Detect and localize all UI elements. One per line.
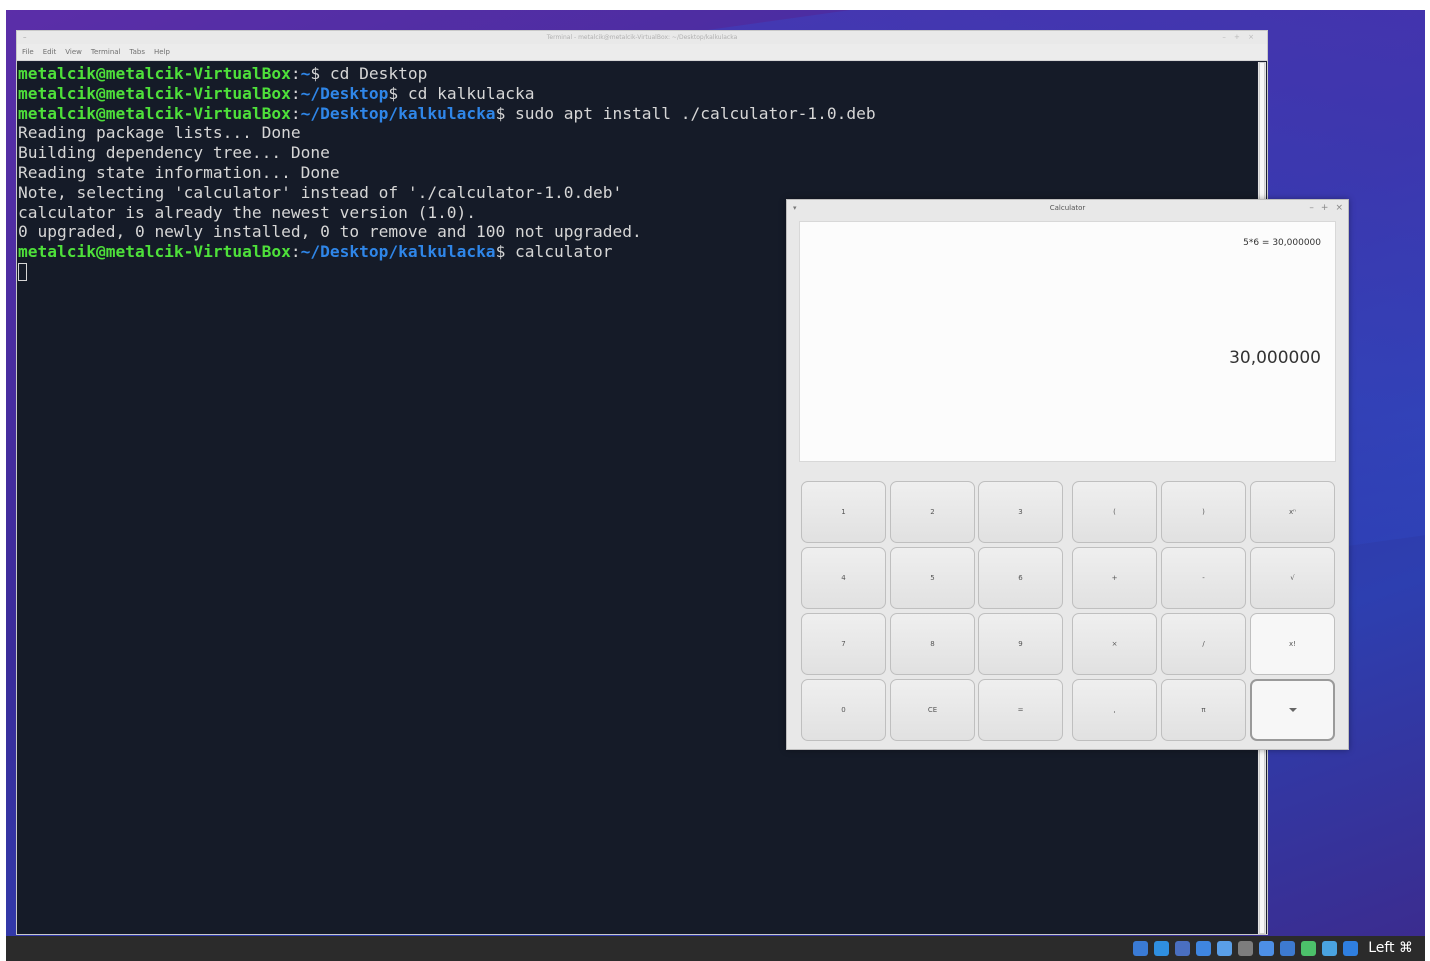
- key-button[interactable]: (: [1072, 481, 1157, 543]
- host-key-label: Left ⌘: [1368, 940, 1413, 956]
- key-button[interactable]: =: [978, 679, 1063, 741]
- key-button[interactable]: 9: [978, 613, 1063, 675]
- calculator-title: Calculator: [1049, 204, 1086, 212]
- prompt-user: metalcik@metalcik-VirtualBox: [18, 103, 291, 123]
- prompt-symbol: $: [495, 103, 506, 123]
- key-button[interactable]: CE: [890, 679, 975, 741]
- key-button[interactable]: 5: [890, 547, 975, 609]
- chevron-down-icon: [1288, 708, 1297, 712]
- audio-icon[interactable]: [1175, 940, 1191, 956]
- optical-disc-icon[interactable]: [1154, 940, 1170, 956]
- recording-icon[interactable]: [1301, 940, 1317, 956]
- terminal-line: metalcik@metalcik-VirtualBox:~$ cd Deskt…: [18, 64, 1257, 84]
- terminal-line: Reading package lists... Done: [18, 123, 301, 143]
- key-button[interactable]: ): [1161, 481, 1246, 543]
- prompt-path: ~/Desktop/kalkulacka: [300, 103, 496, 123]
- menu-view[interactable]: View: [65, 48, 82, 56]
- key-button[interactable]: 8: [890, 613, 975, 675]
- prompt-separator: :: [290, 83, 301, 103]
- download-icon[interactable]: [1343, 940, 1359, 956]
- command-text: cd Desktop: [320, 64, 428, 83]
- key-button[interactable]: xⁿ: [1250, 481, 1335, 543]
- prompt-user: metalcik@metalcik-VirtualBox: [18, 242, 291, 262]
- network-icon[interactable]: [1196, 940, 1212, 956]
- calculator-display: 5*6 = 30,000000 30,000000: [799, 221, 1336, 462]
- calculator-window[interactable]: ▾ Calculator – + × 5*6 = 30,000000 30,00…: [786, 199, 1349, 750]
- key-button[interactable]: /: [1161, 613, 1246, 675]
- display-icon[interactable]: [1259, 940, 1275, 956]
- key-button[interactable]: 3: [978, 481, 1063, 543]
- window-menu-icon[interactable]: ▾: [793, 200, 797, 217]
- key-button[interactable]: 7: [801, 613, 886, 675]
- menu-file[interactable]: File: [22, 48, 34, 56]
- prompt-user: metalcik@metalcik-VirtualBox: [18, 64, 291, 83]
- key-button[interactable]: +: [1072, 547, 1157, 609]
- key-button[interactable]: ×: [1072, 613, 1157, 675]
- key-button[interactable]: 4: [801, 547, 886, 609]
- prompt-path: ~: [300, 64, 311, 83]
- hard-disk-icon[interactable]: [1133, 940, 1149, 956]
- key-button[interactable]: 2: [890, 481, 975, 543]
- prompt-path: ~/Desktop: [300, 83, 389, 103]
- text-cursor: [18, 262, 27, 281]
- prompt-separator: :: [290, 242, 301, 262]
- status-tray: Left ⌘: [1133, 940, 1413, 956]
- key-button[interactable]: 1: [801, 481, 886, 543]
- key-button[interactable]: 6: [978, 547, 1063, 609]
- menu-edit[interactable]: Edit: [43, 48, 57, 56]
- terminal-menubar: File Edit View Terminal Tabs Help: [17, 44, 1267, 61]
- prompt-user: metalcik@metalcik-VirtualBox: [18, 83, 291, 103]
- prompt-symbol: $: [310, 64, 321, 83]
- key-button[interactable]: ,: [1072, 679, 1157, 741]
- terminal-line: Building dependency tree... Done: [18, 143, 330, 163]
- history-text: 5*6 = 30,000000: [1243, 238, 1321, 248]
- prompt-symbol: $: [388, 83, 399, 103]
- expand-button[interactable]: [1250, 679, 1335, 741]
- minimize-button[interactable]: –: [1309, 200, 1314, 217]
- shared-folder-icon[interactable]: [1238, 940, 1254, 956]
- window-menu-icon[interactable]: –: [23, 31, 27, 44]
- command-text: calculator: [505, 242, 613, 262]
- terminal-titlebar[interactable]: – Terminal - metalcik@metalcik-VirtualBo…: [17, 31, 1267, 44]
- maximize-button[interactable]: +: [1321, 200, 1329, 217]
- terminal-line: metalcik@metalcik-VirtualBox:~/Desktop/k…: [18, 104, 1257, 124]
- prompt-symbol: $: [495, 242, 506, 262]
- terminal-line: Reading state information... Done: [18, 162, 340, 182]
- host-taskbar: Left ⌘: [6, 936, 1425, 961]
- command-text: sudo apt install ./calculator-1.0.deb: [505, 103, 876, 123]
- usb-icon[interactable]: [1217, 940, 1233, 956]
- calculator-titlebar[interactable]: ▾ Calculator – + ×: [787, 200, 1348, 217]
- menu-help[interactable]: Help: [154, 48, 170, 56]
- key-button[interactable]: 0: [801, 679, 886, 741]
- globe-icon[interactable]: [1322, 940, 1338, 956]
- menu-tabs[interactable]: Tabs: [130, 48, 146, 56]
- vm-desktop: – Terminal - metalcik@metalcik-VirtualBo…: [6, 10, 1425, 936]
- terminal-title: Terminal - metalcik@metalcik-VirtualBox:…: [546, 34, 738, 41]
- menu-terminal[interactable]: Terminal: [91, 48, 121, 56]
- key-button[interactable]: π: [1161, 679, 1246, 741]
- key-button[interactable]: x!: [1250, 613, 1335, 675]
- result-text: 30,000000: [1229, 348, 1321, 368]
- command-text: cd kalkulacka: [398, 83, 535, 103]
- window-controls[interactable]: – + ×: [1222, 31, 1257, 44]
- key-button[interactable]: √: [1250, 547, 1335, 609]
- close-button[interactable]: ×: [1335, 200, 1343, 217]
- terminal-line: metalcik@metalcik-VirtualBox:~/Desktop$ …: [18, 84, 1257, 104]
- prompt-separator: :: [290, 103, 301, 123]
- prompt-path: ~/Desktop/kalkulacka: [300, 242, 496, 262]
- prompt-separator: :: [290, 64, 301, 83]
- key-button[interactable]: -: [1161, 547, 1246, 609]
- clipboard-icon[interactable]: [1280, 940, 1296, 956]
